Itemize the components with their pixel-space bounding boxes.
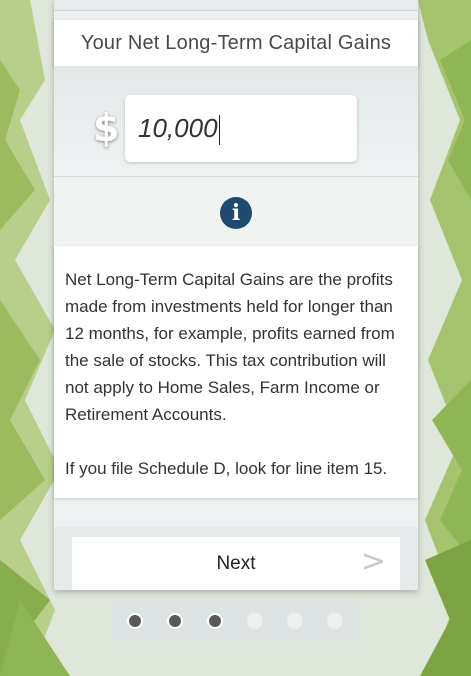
next-button-label: Next <box>216 553 256 574</box>
info-circle-icon[interactable]: i <box>220 197 252 229</box>
next-button[interactable]: Next > <box>72 537 400 590</box>
progress-dot <box>287 613 303 629</box>
progress-dot <box>127 613 143 629</box>
form-card: Your Net Long-Term Capital Gains $ 10,00… <box>54 0 418 590</box>
progress-dot <box>207 613 223 629</box>
top-strip <box>54 0 418 11</box>
progress-dot <box>167 613 183 629</box>
progress-dot <box>247 613 263 629</box>
info-paragraph: Net Long-Term Capital Gains are the prof… <box>65 270 395 424</box>
capital-gains-input[interactable]: 10,000 <box>125 95 357 162</box>
progress-dots <box>111 601 361 641</box>
capital-gains-value: 10,000 <box>138 113 218 143</box>
input-area: $ 10,000 <box>54 66 418 176</box>
chevron-right-icon: > <box>360 544 386 579</box>
info-row: i <box>54 176 418 247</box>
page-title: Your Net Long-Term Capital Gains <box>54 20 418 67</box>
currency-symbol: $ <box>93 106 120 150</box>
next-row: Next > <box>54 527 418 590</box>
progress-dot <box>327 613 343 629</box>
info-description: Net Long-Term Capital Gains are the prof… <box>54 246 418 498</box>
page-title-text: Your Net Long-Term Capital Gains <box>80 31 392 54</box>
text-caret <box>218 115 220 146</box>
info-paragraph: If you file Schedule D, look for line it… <box>65 459 388 478</box>
